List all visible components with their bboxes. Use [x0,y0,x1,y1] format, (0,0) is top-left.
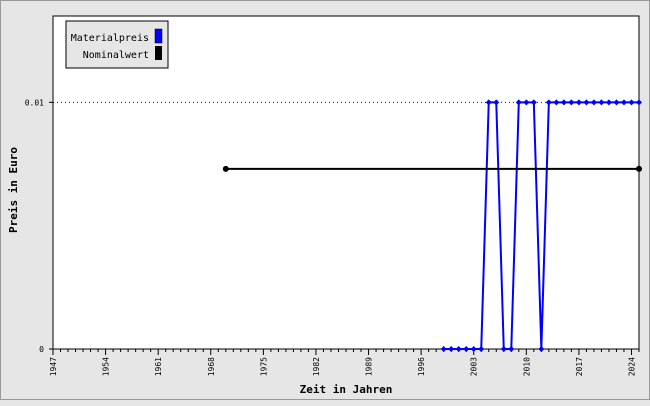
data-point-nominalwert [222,165,229,172]
x-tick-label: 1989 [365,357,374,376]
legend-label-nominalwert: Nominalwert [83,50,149,61]
legend-swatch-materialpreis [154,28,163,44]
y-tick-label: 0 [39,345,44,354]
x-tick-label: 1968 [207,357,216,376]
x-tick-label: 2010 [522,357,531,376]
chart-frame: 1947 1954 1961 1968 1975 1982 1989 1996 2003 2010… [0,0,650,400]
legend-swatch-nominalwert [155,46,162,60]
x-tick-label: 1954 [102,357,111,376]
legend-label-materialpreis: Materialpreis [71,33,149,44]
x-axis-title: Zeit in Jahren [300,383,393,396]
x-tick-label: 2003 [470,357,479,376]
data-point-nominalwert [636,165,642,172]
x-tick-label: 2017 [575,357,584,376]
x-tick-label: 1961 [154,357,163,376]
y-axis-title: Preis in Euro [7,147,20,233]
legend: Materialpreis Nominalwert [65,20,169,69]
line-chart: 1947 1954 1961 1968 1975 1982 1989 1996 2003 2010… [7,15,642,396]
x-tick-label: 1975 [259,357,268,376]
x-tick-label: 2024 [627,357,636,376]
y-tick-label: 0.01 [25,98,44,107]
x-tick-label: 1982 [312,357,321,376]
x-tick-label: 1947 [49,357,58,376]
x-tick-label: 1996 [417,357,426,376]
